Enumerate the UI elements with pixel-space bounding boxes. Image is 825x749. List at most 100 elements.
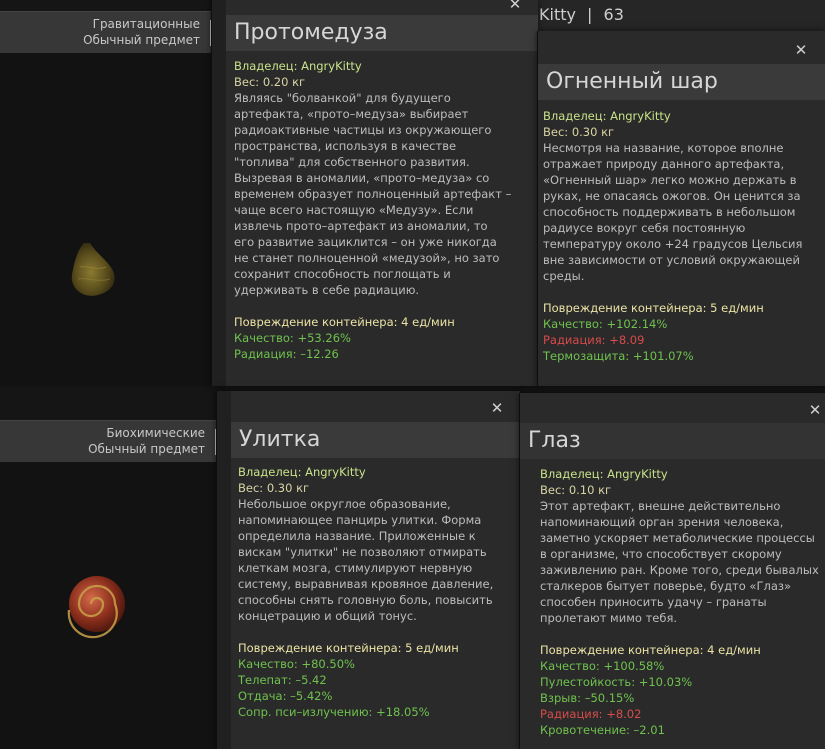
card-panel: ✕ Огненный шар Владелец: AngryKitty Вес:… [538, 31, 825, 386]
category-label: Гравитационные [92, 17, 200, 31]
desc-line: артефакта, «прото–медуза» выбирает [234, 107, 469, 121]
card-body: Владелец: AngryKitty Вес: 0.20 кг Являяс… [234, 58, 511, 362]
desc-line: в организме, что способствует скорому [540, 547, 782, 561]
item-category-strip: Гравитационные Обычный предмет [0, 11, 222, 54]
weight-label: Вес: 0.20 кг [234, 75, 306, 89]
artifact-card-protomedusa: ✕ Протомедуза Владелец: AngryKitty Вес: … [211, 0, 538, 386]
desc-line: вискам "улитки" не позволяют отмирать [238, 545, 487, 559]
stat-radiation: Радиация: –12.26 [234, 347, 339, 361]
item-preview[interactable] [0, 462, 216, 749]
owner-label: Владелец: AngryKitty [543, 109, 671, 123]
desc-line: удерживать в себе радиацию. [234, 283, 420, 297]
weight-label: Вес: 0.30 кг [543, 125, 615, 139]
protomedusa-artifact-icon [71, 243, 115, 296]
card-title: Протомедуза [226, 15, 538, 51]
description: Этот артефакт, внешне действительно напо… [540, 498, 819, 626]
desc-line: напоминающее панцирь улитки. Форма [238, 513, 482, 527]
desc-line: пролетают мимо тебя. [540, 611, 678, 625]
stat-radiation: Радиация: +8.02 [540, 707, 642, 721]
desc-line: клеткам мозга, стимулируют нервную [238, 561, 473, 575]
weight-label: Вес: 0.30 кг [238, 481, 310, 495]
container-damage: Повреждение контейнера: 4 ед/мин [540, 643, 761, 657]
stat-explosion: Взрыв: –50.15% [540, 691, 635, 705]
description: Небольшое округлое образование, напомина… [238, 496, 493, 624]
stat-radiation: Радиация: +8.09 [543, 333, 645, 347]
card-title: Глаз [520, 423, 825, 459]
desc-line: вне зависимости от условий окружающей [543, 253, 800, 267]
player-name: Kitty [539, 5, 576, 24]
desc-line: не станет полноценной «медузой», но зато [234, 251, 500, 265]
card-panel: ✕ Глаз Владелец: AngryKitty Вес: 0.10 кг… [520, 393, 825, 749]
category-label: Биохимические [106, 426, 205, 440]
desc-line: чаще всего настоящую «Медузу». Если [234, 203, 474, 217]
desc-line: отражает природу данного артефакта, [543, 157, 785, 171]
desc-line: «Огненный шар» легко можно держать в [543, 173, 797, 187]
stat-recoil: Отдача: –5.42% [238, 689, 333, 703]
description: Являясь "болванкой" для будущего артефак… [234, 90, 511, 298]
desc-line: извлечь прото–артефакт из аномалии, то [234, 219, 488, 233]
desc-line: Несмотря на название, которое вполне [543, 141, 784, 155]
description: Несмотря на название, которое вполне отр… [543, 140, 802, 284]
stat-quality: Качество: +80.50% [238, 657, 355, 671]
desc-line: напоминающий орган зрения человека, [540, 515, 784, 529]
card-body: Владелец: AngryKitty Вес: 0.30 кг Неболь… [238, 464, 493, 720]
card-title: Огненный шар [538, 64, 825, 100]
stat-thermal-protection: Термозащита: +101.07% [543, 349, 694, 363]
rarity-label: Обычный предмет [83, 33, 200, 47]
desc-line: пространства, используя в качестве [234, 139, 457, 153]
desc-line: заметно ускоряет метаболические процессы [540, 531, 815, 545]
desc-line: способность поддерживать в небольшом [543, 205, 796, 219]
desc-line: временем образует полноценный артефакт – [234, 187, 512, 201]
artifact-card-snail: ✕ Улитка Владелец: AngryKitty Вес: 0.30 … [216, 391, 520, 749]
snail-artifact-icon [67, 576, 125, 639]
desc-line: концетрацию и общий тонус. [238, 609, 417, 623]
desc-line: сохранит способность поглощать и [234, 267, 451, 281]
card-body: Владелец: AngryKitty Вес: 0.30 кг Несмот… [543, 108, 802, 364]
player-count: 63 [603, 5, 624, 24]
desc-line: заживлению ран. Кроме того, среди бывалы… [540, 563, 819, 577]
stat-telepathy: Телепат: –5.42 [238, 673, 327, 687]
close-icon[interactable]: ✕ [506, 0, 524, 13]
desc-line: радиоактивные частицы из окружающего [234, 123, 492, 137]
desc-line: способны снять головную боль, повысить [238, 593, 493, 607]
stat-bullet-resistance: Пулестойкость: +10.03% [540, 675, 693, 689]
close-icon[interactable]: ✕ [806, 401, 824, 419]
desc-line: Этот артефакт, внешне действительно [540, 499, 781, 513]
owner-label: Владелец: AngryKitty [234, 59, 362, 73]
card-title: Улитка [231, 422, 520, 458]
desc-line: температуру около +24 градусов Цельсия [543, 237, 803, 251]
close-icon[interactable]: ✕ [488, 399, 506, 417]
desc-line: сталкеров бытует поверье, будто «Глаз» [540, 579, 792, 593]
desc-line: среды. [543, 269, 585, 283]
container-damage: Повреждение контейнера: 4 ед/мин [234, 315, 455, 329]
item-category-strip: Биохимические Обычный предмет [0, 420, 222, 463]
artifact-card-fireball: ✕ Огненный шар Владелец: AngryKitty Вес:… [537, 31, 825, 386]
desc-line: определила название. Приложенные к [238, 529, 476, 543]
desc-line: руках, не опасаясь ожогов. Он ценится за [543, 189, 801, 203]
desc-line: "топлива" для собственного развития. [234, 155, 470, 169]
desc-line: Вызревая в аномалии, «прото–медуза» со [234, 171, 490, 185]
owner-label: Владелец: AngryKitty [540, 467, 668, 481]
desc-line: способен приносить удачу – гранаты [540, 595, 767, 609]
card-panel: ✕ Улитка Владелец: AngryKitty Вес: 0.30 … [231, 391, 520, 749]
stat-psi-resistance: Сопр. пси–излучению: +18.05% [238, 705, 430, 719]
separator: | [587, 5, 593, 24]
stat-bleeding: Кровотечение: –2.01 [540, 723, 665, 737]
card-panel: ✕ Протомедуза Владелец: AngryKitty Вес: … [226, 0, 538, 386]
close-icon[interactable]: ✕ [792, 41, 810, 59]
desc-line: радиусе вокруг себя постоянную [543, 221, 746, 235]
player-status-bar: Kitty | 63 [537, 0, 825, 31]
rarity-label: Обычный предмет [88, 442, 205, 456]
stat-quality: Качество: +100.58% [540, 659, 665, 673]
container-damage: Повреждение контейнера: 5 ед/мин [238, 641, 459, 655]
owner-label: Владелец: AngryKitty [238, 465, 366, 479]
stat-quality: Качество: +102.14% [543, 317, 668, 331]
desc-line: систему, выравнивая кровяное давление, [238, 577, 494, 591]
artifact-card-eye: ✕ Глаз Владелец: AngryKitty Вес: 0.10 кг… [519, 393, 825, 749]
weight-label: Вес: 0.10 кг [540, 483, 612, 497]
item-preview[interactable] [0, 53, 211, 386]
card-body: Владелец: AngryKitty Вес: 0.10 кг Этот а… [540, 466, 819, 738]
desc-line: его развитие зациклится – он уже никогда [234, 235, 497, 249]
stat-quality: Качество: +53.26% [234, 331, 351, 345]
desc-line: Небольшое округлое образование, [238, 497, 451, 511]
